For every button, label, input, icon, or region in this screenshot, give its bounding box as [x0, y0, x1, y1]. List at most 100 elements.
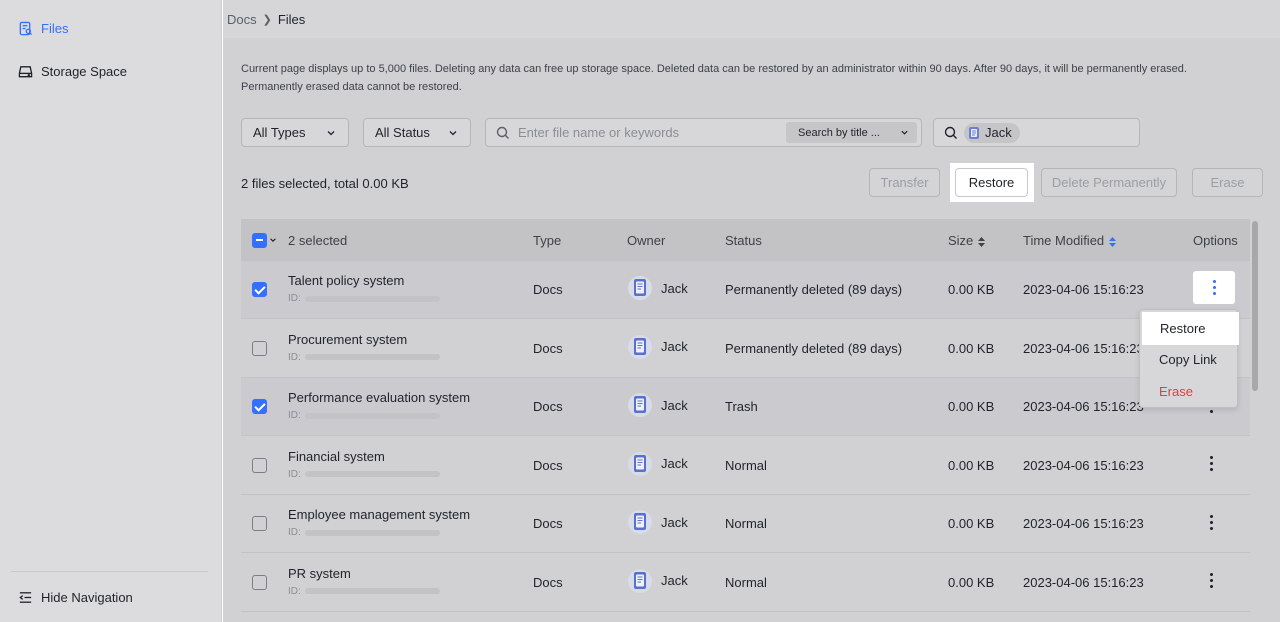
- owner-name: Jack: [661, 339, 688, 354]
- owner-name: Jack: [661, 514, 688, 530]
- sidebar-item-label: Files: [41, 21, 69, 36]
- owner-name: Jack: [661, 397, 688, 413]
- files-icon: [19, 21, 33, 36]
- owner-filter-input[interactable]: Jack: [933, 118, 1140, 147]
- redacted-id: [304, 471, 440, 477]
- row-checkbox[interactable]: [252, 340, 267, 356]
- file-owner: Jack: [627, 568, 688, 594]
- table-row[interactable]: PR system ID: Docs Jack Normal 0.00 KB 2023-04…: [241, 554, 1250, 612]
- file-name[interactable]: PR system: [288, 566, 351, 581]
- header-time-modified[interactable]: Time Modified: [1023, 233, 1117, 248]
- hide-navigation-button[interactable]: Hide Navigation: [18, 590, 133, 605]
- file-name[interactable]: Talent policy system: [288, 273, 404, 288]
- file-owner: Jack: [627, 451, 688, 477]
- row-options-button-active[interactable]: [1193, 271, 1235, 304]
- file-id: ID:: [288, 527, 440, 538]
- search-mode-value: Search by title ...: [798, 126, 880, 139]
- user-avatar-icon: [628, 334, 652, 359]
- table-row[interactable]: Financial system ID: Docs Jack Normal 0.00 KB…: [241, 437, 1250, 495]
- owner-name: Jack: [661, 456, 688, 471]
- more-options-icon[interactable]: [1205, 571, 1217, 591]
- file-time-modified: 2023-04-06 15:16:23: [1023, 399, 1144, 414]
- sidebar-item-storage[interactable]: Storage Space: [18, 64, 127, 79]
- restore-button-highlight: Restore: [950, 163, 1034, 202]
- file-status: Trash: [725, 399, 758, 414]
- file-name[interactable]: Financial system: [288, 449, 385, 464]
- table-row[interactable]: Talent policy system ID: Docs Jack Permanent…: [241, 261, 1250, 319]
- vertical-scrollbar[interactable]: [1252, 221, 1258, 391]
- header-owner: Owner: [627, 233, 666, 248]
- search-input[interactable]: Enter file name or keywords Search by ti…: [485, 118, 922, 147]
- file-size: 0.00 KB: [948, 399, 995, 414]
- file-status: Normal: [725, 457, 767, 473]
- table-row[interactable]: Procurement system ID: Docs Jack Permanently…: [241, 320, 1250, 378]
- file-size: 0.00 KB: [948, 340, 995, 356]
- notice-text: Current page displays up to 5,000 files.…: [241, 63, 1187, 93]
- sidebar-item-label: Storage Space: [41, 64, 128, 79]
- file-time-modified: 2023-04-06 15:16:23: [1023, 574, 1144, 590]
- row-checkbox[interactable]: [252, 282, 267, 297]
- hide-navigation-label: Hide Navigation: [41, 590, 133, 605]
- file-status: Normal: [725, 516, 767, 531]
- file-type: Docs: [533, 399, 563, 414]
- redacted-id: [304, 295, 440, 302]
- file-id-label: ID:: [288, 585, 301, 597]
- user-avatar-icon: [969, 126, 979, 139]
- row-checkbox[interactable]: [252, 574, 267, 590]
- sidebar-item-files[interactable]: Files: [18, 21, 68, 36]
- owner-chip[interactable]: Jack: [964, 122, 1020, 143]
- search-mode-select[interactable]: Search by title ...: [786, 122, 917, 143]
- status-filter-select[interactable]: All Status: [363, 118, 471, 147]
- file-status: Normal: [725, 574, 767, 590]
- file-size: 0.00 KB: [948, 457, 995, 473]
- file-owner: Jack: [627, 392, 688, 418]
- file-name[interactable]: Procurement system: [288, 332, 407, 347]
- file-size: 0.00 KB: [948, 516, 995, 531]
- status-filter-value: All Status: [375, 125, 430, 140]
- breadcrumb-docs[interactable]: Docs: [227, 12, 257, 27]
- transfer-button[interactable]: Transfer: [869, 168, 940, 197]
- menu-item-erase[interactable]: Erase: [1140, 376, 1239, 406]
- file-id-label: ID:: [288, 468, 301, 480]
- row-checkbox[interactable]: [252, 457, 267, 473]
- sort-icon[interactable]: [977, 236, 986, 248]
- row-checkbox[interactable]: [252, 399, 267, 414]
- user-avatar-icon: [628, 276, 652, 300]
- file-name[interactable]: Performance evaluation system: [288, 390, 470, 405]
- header-size[interactable]: Size: [948, 233, 986, 248]
- breadcrumb-files: Files: [277, 11, 306, 27]
- header-size-label: Size: [948, 233, 974, 248]
- redacted-id: [304, 588, 440, 594]
- more-options-icon[interactable]: [1205, 454, 1217, 474]
- file-type: Docs: [533, 340, 563, 356]
- table-row[interactable]: Employee management system ID: Docs Jack Nor…: [241, 495, 1250, 553]
- header-options: Options: [1193, 233, 1238, 248]
- user-avatar-icon: [628, 568, 652, 593]
- file-time-modified: 2023-04-06 15:16:23: [1023, 282, 1144, 297]
- chevron-down-icon[interactable]: [269, 236, 277, 244]
- file-id: ID:: [288, 293, 440, 304]
- erase-button[interactable]: Erase: [1192, 168, 1263, 197]
- file-id: ID:: [288, 586, 440, 597]
- select-all-checkbox[interactable]: [252, 233, 267, 248]
- delete-permanently-button[interactable]: Delete Permanently: [1041, 168, 1177, 197]
- file-name[interactable]: Employee management system: [288, 507, 470, 522]
- restore-button[interactable]: Restore: [955, 168, 1028, 197]
- file-owner: Jack: [627, 334, 688, 360]
- header-time-label: Time Modified: [1023, 233, 1105, 248]
- menu-item-restore[interactable]: Restore: [1142, 312, 1239, 345]
- file-type: Docs: [533, 282, 563, 297]
- search-placeholder: Enter file name or keywords: [518, 125, 680, 140]
- sort-icon[interactable]: [1108, 236, 1117, 248]
- table-row[interactable]: Performance evaluation system ID: Docs Jack…: [241, 378, 1250, 436]
- more-options-icon[interactable]: [1205, 512, 1217, 532]
- row-checkbox[interactable]: [252, 516, 267, 531]
- type-filter-select[interactable]: All Types: [241, 118, 349, 147]
- redacted-id: [304, 412, 440, 419]
- file-time-modified: 2023-04-06 15:16:23: [1023, 340, 1144, 356]
- file-size: 0.00 KB: [948, 282, 995, 297]
- file-id: ID:: [288, 410, 440, 421]
- file-owner: Jack: [627, 275, 688, 301]
- user-avatar-icon: [628, 451, 652, 476]
- menu-item-copy-link[interactable]: Copy Link: [1140, 344, 1239, 374]
